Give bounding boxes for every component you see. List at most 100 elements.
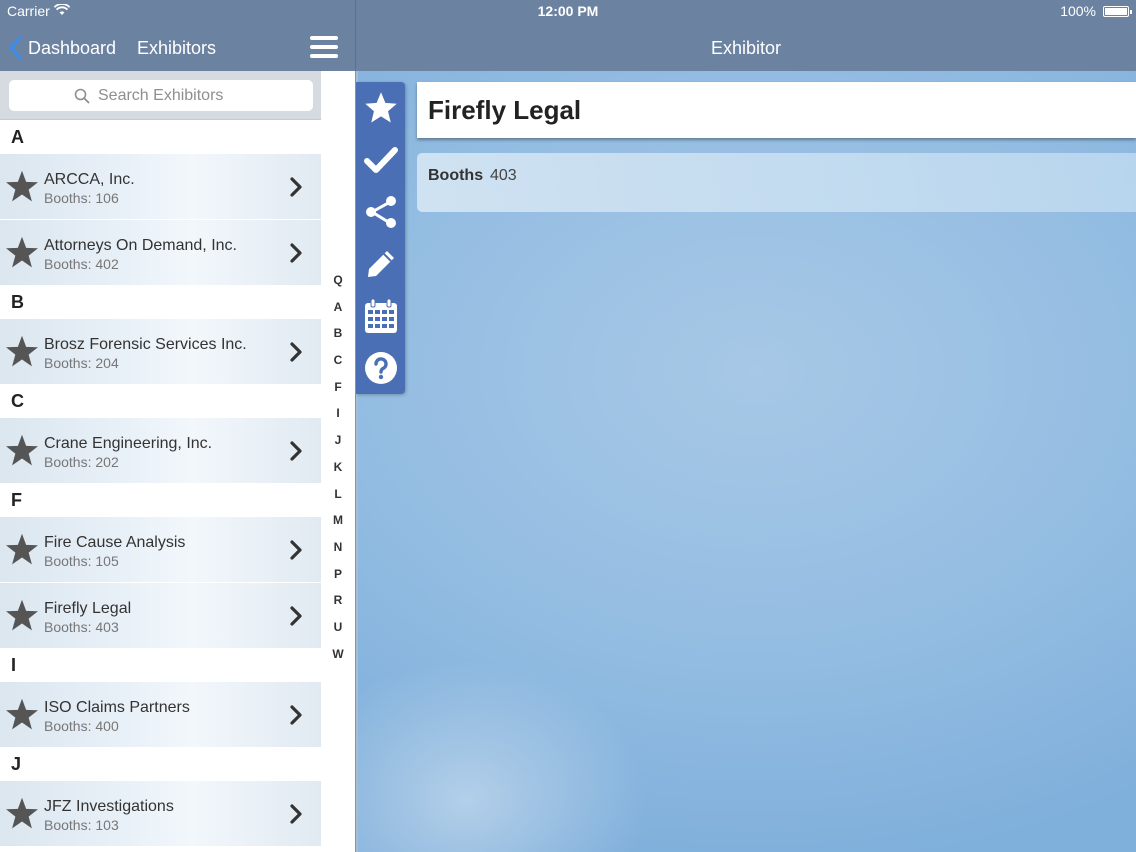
star-icon[interactable] — [4, 599, 40, 638]
exhibitor-row-name: Attorneys On Demand, Inc. — [44, 237, 237, 254]
exhibitor-detail-pane: Firefly Legal Booths 403 — [356, 71, 1136, 852]
exhibitor-list-pane: A ARCCA, Inc. Booths: 106 Attorneys On Dema… — [0, 71, 355, 852]
action-toolbar — [356, 82, 405, 394]
exhibitor-title-card: Firefly Legal — [417, 82, 1136, 138]
index-letter[interactable]: U — [325, 614, 351, 641]
exhibitor-row-name: Fire Cause Analysis — [44, 534, 186, 551]
index-letter[interactable]: P — [325, 561, 351, 588]
calendar-icon — [364, 298, 397, 333]
index-letter[interactable]: C — [325, 347, 351, 374]
search-input[interactable] — [98, 86, 248, 105]
section-header: J — [0, 748, 321, 781]
exhibitor-row[interactable]: Fire Cause Analysis Booths: 105 — [0, 517, 321, 583]
section-header: C — [0, 385, 321, 418]
exhibitor-row[interactable]: JFZ Investigations Booths: 103 — [0, 781, 321, 847]
star-icon[interactable] — [4, 698, 40, 737]
list-title: Exhibitors — [137, 38, 217, 58]
star-icon[interactable] — [4, 335, 40, 374]
index-letter[interactable]: R — [325, 587, 351, 614]
index-letter[interactable]: W — [325, 641, 351, 668]
exhibitor-row-booths: Booths: 204 — [44, 355, 119, 371]
back-button-label: Dashboard — [28, 37, 117, 58]
search-icon — [74, 88, 90, 103]
booth-label: Booths — [428, 167, 484, 184]
star-icon[interactable] — [4, 170, 40, 209]
booth-value: 403 — [490, 167, 517, 184]
star-icon[interactable] — [4, 797, 40, 836]
search-bar — [0, 71, 321, 120]
exhibitor-row[interactable]: Crane Engineering, Inc. Booths: 202 — [0, 418, 321, 484]
chevron-right-icon — [289, 341, 303, 368]
exhibitor-list: A ARCCA, Inc. Booths: 106 Attorneys On Dema… — [0, 121, 321, 847]
exhibitor-row-booths: Booths: 403 — [44, 619, 119, 635]
index-letter[interactable]: Q — [325, 267, 351, 294]
exhibitor-row-booths: Booths: 105 — [44, 553, 119, 569]
menu-icon-bar — [310, 54, 338, 58]
exhibitor-row-name: Brosz Forensic Services Inc. — [44, 336, 247, 353]
search-field[interactable] — [9, 80, 313, 111]
chevron-right-icon — [289, 539, 303, 566]
exhibitor-row-name: ARCCA, Inc. — [44, 171, 135, 188]
share-icon — [365, 196, 396, 228]
battery-percent: 100% — [1060, 3, 1096, 19]
exhibitor-row[interactable]: Firefly Legal Booths: 403 — [0, 583, 321, 649]
exhibitor-row-booths: Booths: 400 — [44, 718, 119, 734]
chevron-right-icon — [289, 440, 303, 467]
chevron-right-icon — [289, 242, 303, 269]
back-button[interactable]: Dashboard — [8, 34, 116, 62]
section-index[interactable]: QABCFIJKLMNPRUW — [325, 267, 351, 667]
exhibitor-row-booths: Booths: 103 — [44, 817, 119, 833]
favorite-button[interactable] — [356, 82, 405, 134]
chevron-right-icon — [289, 176, 303, 203]
chevron-left-icon — [9, 36, 22, 60]
chevron-right-icon — [289, 803, 303, 830]
exhibitor-row-booths: Booths: 106 — [44, 190, 119, 206]
schedule-button[interactable] — [356, 290, 405, 342]
notes-button[interactable] — [356, 238, 405, 290]
chevron-right-icon — [289, 704, 303, 731]
index-letter[interactable]: I — [325, 400, 351, 427]
section-header: B — [0, 286, 321, 319]
star-icon[interactable] — [4, 434, 40, 473]
menu-button[interactable] — [310, 36, 338, 58]
pencil-icon — [367, 251, 394, 277]
battery-icon — [1103, 6, 1132, 17]
star-icon — [364, 92, 397, 123]
exhibitor-row[interactable]: ISO Claims Partners Booths: 400 — [0, 682, 321, 748]
index-letter[interactable]: J — [325, 427, 351, 454]
index-letter[interactable]: M — [325, 507, 351, 534]
index-letter[interactable]: F — [325, 374, 351, 401]
section-header: I — [0, 649, 321, 682]
detail-title: Exhibitor — [710, 38, 782, 58]
menu-icon-bar — [310, 36, 338, 40]
index-letter[interactable]: K — [325, 454, 351, 481]
section-header: F — [0, 484, 321, 517]
index-letter[interactable]: L — [325, 481, 351, 508]
booth-info-card: Booths 403 — [417, 153, 1136, 212]
exhibitor-row-name: Firefly Legal — [44, 600, 132, 617]
exhibitor-row-name: Crane Engineering, Inc. — [44, 435, 213, 452]
index-letter[interactable]: N — [325, 534, 351, 561]
exhibitor-row-booths: Booths: 402 — [44, 256, 119, 272]
share-button[interactable] — [356, 186, 405, 238]
clock-label: 12:00 PM — [537, 3, 599, 19]
exhibitor-row[interactable]: Brosz Forensic Services Inc. Booths: 204 — [0, 319, 321, 385]
index-letter[interactable]: B — [325, 320, 351, 347]
exhibitor-row[interactable]: ARCCA, Inc. Booths: 106 — [0, 154, 321, 220]
help-button[interactable] — [356, 342, 405, 394]
exhibitor-name: Firefly Legal — [428, 95, 582, 125]
star-icon[interactable] — [4, 533, 40, 572]
menu-icon-bar — [310, 45, 338, 49]
index-letter[interactable]: A — [325, 294, 351, 321]
section-header: A — [0, 121, 321, 154]
exhibitor-row[interactable]: Attorneys On Demand, Inc. Booths: 402 — [0, 220, 321, 286]
navigation-bar: Carrier 12:00 PM 100% Dashboard Exhibito… — [0, 0, 1136, 71]
exhibitor-row-name: ISO Claims Partners — [44, 699, 190, 716]
help-icon — [364, 352, 397, 384]
chevron-right-icon — [289, 605, 303, 632]
star-icon[interactable] — [4, 236, 40, 275]
exhibitor-row-booths: Booths: 202 — [44, 454, 119, 470]
exhibitor-row-name: JFZ Investigations — [44, 798, 174, 815]
visited-button[interactable] — [356, 134, 405, 186]
checkmark-icon — [363, 147, 398, 173]
